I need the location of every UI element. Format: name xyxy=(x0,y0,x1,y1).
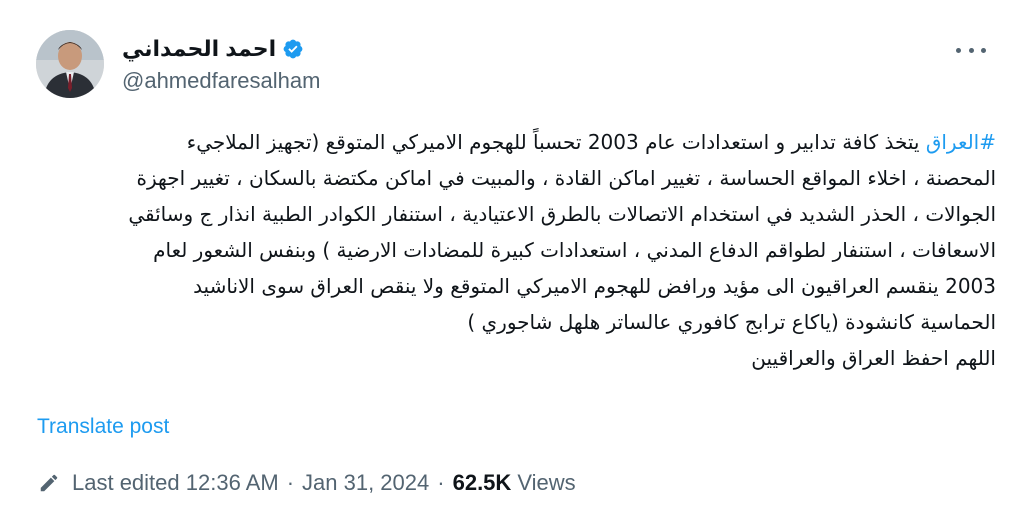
views-label: Views xyxy=(517,470,576,495)
author-name-row: احمد الحمداني xyxy=(122,34,320,64)
meta-separator: · xyxy=(437,470,445,495)
pencil-icon xyxy=(38,472,60,494)
post-line-2: المحصنة ، اخلاء المواقع الحساسة ، تغيير … xyxy=(136,166,996,190)
author-handle[interactable]: @ahmedfaresalham xyxy=(122,68,320,94)
avatar[interactable] xyxy=(36,30,104,98)
translate-post-link[interactable]: Translate post xyxy=(37,415,169,439)
author-block: احمد الحمداني @ahmedfaresalham xyxy=(122,34,320,94)
post-line-4: الاسعافات ، استنفار لطواقم الدفاع المدني… xyxy=(153,238,996,262)
post-line-7: اللهم احفظ العراق والعراقيين xyxy=(751,346,996,370)
post-text: #العراق يتخذ كافة تدابير و استعدادات عام… xyxy=(30,124,996,376)
post-line-text: يتخذ كافة تدابير و استعدادات عام 2003 تح… xyxy=(186,130,926,154)
post-line-1: #العراق يتخذ كافة تدابير و استعدادات عام… xyxy=(30,124,996,160)
views-count: 62.5K xyxy=(452,470,512,495)
more-dot xyxy=(968,47,974,53)
hashtag-link[interactable]: #العراق xyxy=(926,130,996,154)
meta-separator: · xyxy=(286,470,295,495)
post-meta: Last edited 12:36 AM · Jan 31, 2024 · 62… xyxy=(38,470,576,496)
post-line-3: الجوالات ، الحذر الشديد في استخدام الاتص… xyxy=(128,202,996,226)
last-edited-link[interactable]: Last edited 12:36 AM xyxy=(72,470,279,496)
post-card: احمد الحمداني @ahmedfaresalham #العراق ي… xyxy=(0,0,1024,527)
post-line-6: الحماسية كانشودة (ياكاع ترابج كافوري عال… xyxy=(467,310,996,334)
more-options-icon[interactable] xyxy=(956,40,986,60)
more-dot xyxy=(956,47,961,53)
more-dot xyxy=(981,47,986,53)
author-display-name[interactable]: احمد الحمداني xyxy=(122,36,276,62)
verified-badge-icon xyxy=(282,38,304,60)
post-date[interactable]: Jan 31, 2024 xyxy=(302,470,429,496)
post-line-5: 2003 ينقسم العراقيون الى مؤيد ورافض للهج… xyxy=(193,274,996,298)
